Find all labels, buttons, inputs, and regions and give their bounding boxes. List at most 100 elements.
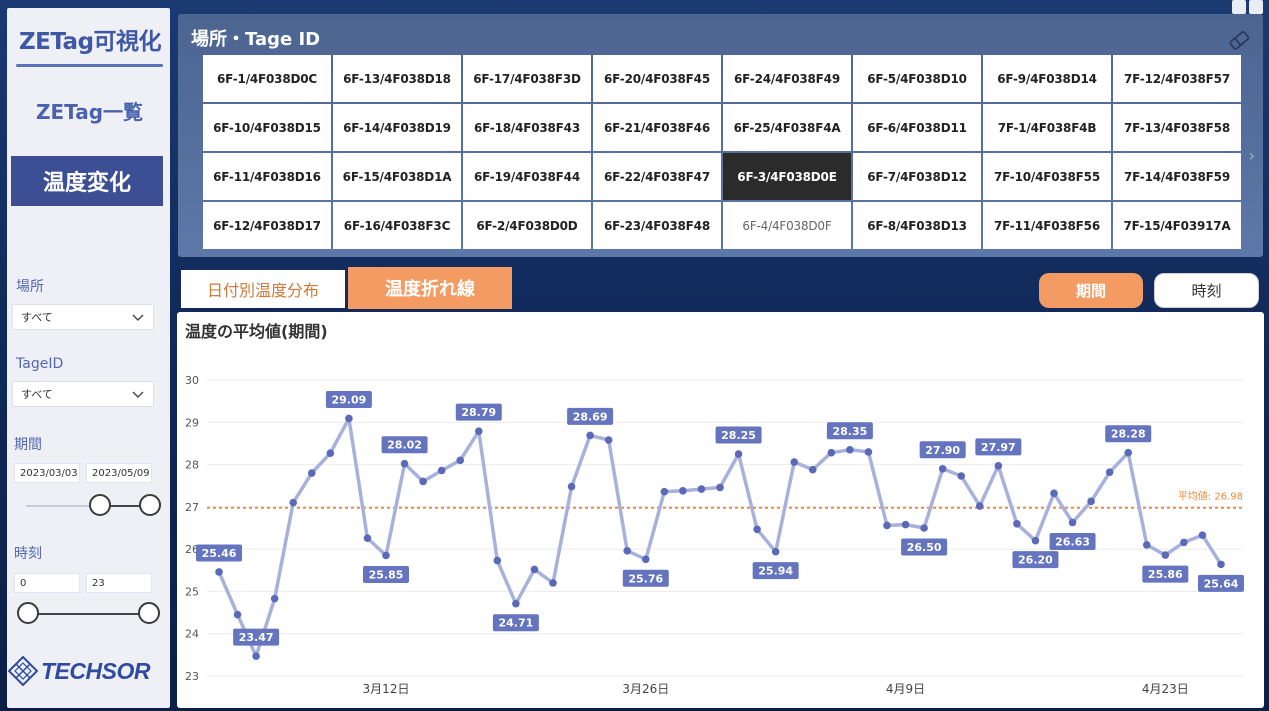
data-label: 26.20: [1018, 554, 1053, 567]
nav-temperature-change[interactable]: 温度変化: [11, 156, 163, 206]
data-label: 26.50: [907, 541, 942, 554]
data-point: [827, 448, 836, 457]
tag-item[interactable]: 6F-3/4F038D0E: [723, 153, 851, 200]
location-dropdown[interactable]: すべて: [12, 304, 154, 330]
data-point: [233, 610, 242, 619]
data-point: [1161, 551, 1170, 559]
location-filter-label: 場所: [16, 279, 44, 295]
tag-item[interactable]: 6F-13/4F038D18: [333, 55, 461, 102]
data-point: [1050, 489, 1058, 498]
tag-item[interactable]: 7F-12/4F038F57: [1113, 55, 1241, 102]
tag-item[interactable]: 6F-4/4F038D0F: [723, 202, 851, 249]
tag-item[interactable]: 6F-6/4F038D11: [853, 104, 981, 151]
tag-item[interactable]: 6F-17/4F038F3D: [463, 55, 591, 102]
y-tick-label: 30: [185, 374, 199, 387]
time-end-input[interactable]: 23: [86, 573, 152, 593]
data-point: [901, 520, 910, 529]
data-label: 28.69: [573, 410, 608, 423]
data-point: [938, 465, 947, 473]
data-label: 29.09: [331, 393, 366, 406]
data-point: [734, 450, 743, 458]
data-label: 26.63: [1055, 536, 1090, 549]
tab-temperature-line[interactable]: 温度折れ線: [348, 267, 512, 309]
time-button[interactable]: 時刻: [1154, 273, 1259, 308]
data-point: [512, 599, 520, 608]
nav-zetag-list[interactable]: ZETag一覧: [16, 96, 163, 125]
data-point: [975, 502, 984, 510]
y-tick-label: 25: [185, 585, 199, 598]
data-label: 25.85: [369, 568, 404, 581]
data-point: [586, 431, 594, 440]
x-tick-label: 4月23日: [1142, 682, 1189, 696]
data-label: 25.46: [202, 547, 237, 560]
tag-item[interactable]: 6F-23/4F038F48: [593, 202, 721, 249]
tag-item[interactable]: 6F-15/4F038D1A: [333, 153, 461, 200]
period-slider-end-handle[interactable]: [139, 494, 161, 516]
tag-item[interactable]: 6F-18/4F038F43: [463, 104, 591, 151]
time-slider-start-handle[interactable]: [17, 602, 39, 624]
tag-item[interactable]: 7F-10/4F038F55: [983, 153, 1111, 200]
time-slider-fill: [28, 613, 149, 615]
data-label: 28.28: [1111, 428, 1146, 441]
tag-item[interactable]: 6F-5/4F038D10: [853, 55, 981, 102]
tag-item[interactable]: 7F-1/4F038F4B: [983, 104, 1111, 151]
data-point: [215, 568, 223, 576]
data-point: [1013, 519, 1021, 528]
tag-item[interactable]: 6F-12/4F038D17: [203, 202, 331, 249]
tab-daily-distribution[interactable]: 日付別温度分布: [181, 270, 345, 308]
tag-item[interactable]: 6F-11/4F038D16: [203, 153, 331, 200]
time-start-input[interactable]: 0: [14, 573, 80, 593]
data-point: [1180, 538, 1188, 547]
tag-item[interactable]: 7F-11/4F038F56: [983, 202, 1111, 249]
filter-icon[interactable]: [1232, 0, 1246, 14]
tag-item[interactable]: 6F-20/4F038F45: [593, 55, 721, 102]
tag-item[interactable]: 7F-14/4F038F59: [1113, 153, 1241, 200]
period-filter-label: 期間: [14, 437, 42, 453]
eraser-icon[interactable]: [1227, 30, 1251, 50]
data-point: [679, 486, 687, 495]
period-start-input[interactable]: 2023/03/03: [14, 463, 80, 483]
tag-item[interactable]: 6F-22/4F038F47: [593, 153, 721, 200]
brand-logo: TECHSOR: [8, 656, 150, 686]
tag-item[interactable]: 6F-9/4F038D14: [983, 55, 1111, 102]
period-end-input[interactable]: 2023/05/09: [86, 463, 152, 483]
data-label: 25.86: [1148, 568, 1183, 581]
tag-item[interactable]: 6F-14/4F038D19: [333, 104, 461, 151]
time-slider-end-handle[interactable]: [138, 602, 160, 624]
tageid-dropdown[interactable]: すべて: [12, 381, 154, 407]
data-point: [1105, 468, 1114, 476]
x-tick-label: 3月26日: [622, 682, 669, 696]
data-label: 25.76: [628, 572, 663, 585]
data-point: [660, 487, 669, 496]
focus-mode-icon[interactable]: [1249, 0, 1263, 14]
tag-item[interactable]: 6F-21/4F038F46: [593, 104, 721, 151]
data-point: [846, 445, 854, 454]
tag-item[interactable]: 6F-19/4F038F44: [463, 153, 591, 200]
data-point: [419, 477, 427, 486]
tag-item[interactable]: 7F-13/4F038F58: [1113, 104, 1241, 151]
period-button[interactable]: 期間: [1039, 273, 1143, 308]
tag-item[interactable]: 6F-1/4F038D0C: [203, 55, 331, 102]
chevron-right-icon[interactable]: ›: [1249, 146, 1255, 165]
tag-item[interactable]: 7F-15/4F03917A: [1113, 202, 1241, 249]
tag-item[interactable]: 6F-24/4F038F49: [723, 55, 851, 102]
chart-panel: 温度の平均値(期間) 23 24 25 26 27 28 29 30 3月12日 3月26日 4月9…: [177, 312, 1264, 708]
title-divider: [16, 64, 163, 67]
data-point: [382, 551, 390, 560]
brand-name: TECHSOR: [41, 657, 150, 684]
data-point: [1068, 518, 1077, 527]
tag-item[interactable]: 6F-16/4F038F3C: [333, 202, 461, 249]
tag-item[interactable]: 6F-7/4F038D12: [853, 153, 981, 200]
data-point: [549, 579, 557, 587]
data-point: [437, 466, 446, 475]
tag-item[interactable]: 6F-25/4F038F4A: [723, 104, 851, 151]
tag-item[interactable]: 6F-2/4F038D0D: [463, 202, 591, 249]
tag-item[interactable]: 6F-10/4F038D15: [203, 104, 331, 151]
data-point: [493, 556, 502, 565]
data-point: [474, 427, 483, 435]
data-label: 28.02: [387, 439, 422, 452]
tag-item[interactable]: 6F-8/4F038D13: [853, 202, 981, 249]
data-point: [400, 459, 409, 468]
data-label: 28.79: [461, 406, 496, 419]
data-point: [1031, 536, 1040, 545]
